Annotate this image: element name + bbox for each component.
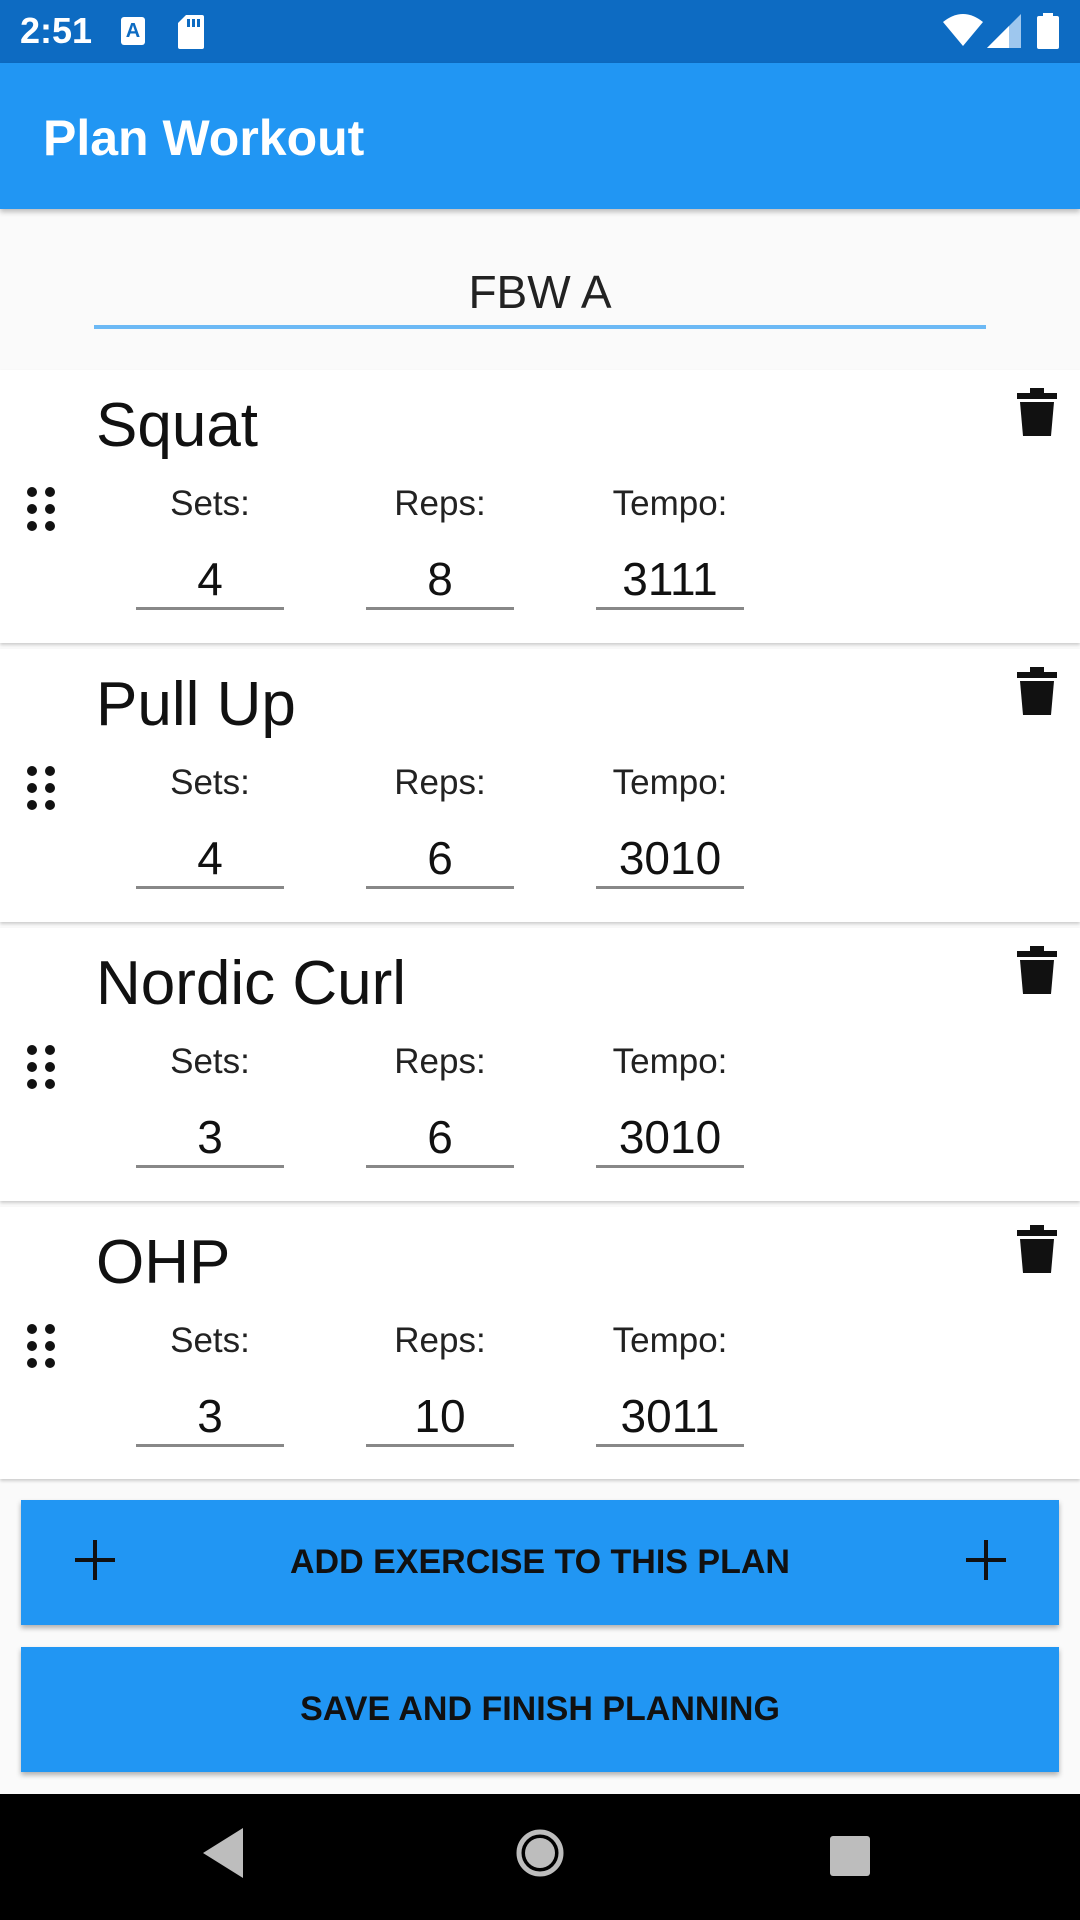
reps-input[interactable]	[366, 829, 514, 889]
save-finish-button[interactable]: SAVE AND FINISH PLANNING	[21, 1647, 1059, 1772]
sets-input[interactable]	[136, 1387, 284, 1447]
battery-icon	[1037, 13, 1059, 49]
back-icon[interactable]	[203, 1828, 243, 1878]
exercise-card: Pull Up Sets: Reps: Tempo:	[0, 649, 1080, 922]
exercise-card: OHP Sets: Reps: Tempo:	[0, 1207, 1080, 1479]
sets-label: Sets:	[170, 1321, 250, 1360]
sets-label: Sets:	[170, 1042, 250, 1081]
tempo-label: Tempo:	[612, 484, 728, 523]
keyboard-notification-icon: A	[121, 17, 145, 45]
trash-icon[interactable]	[1017, 667, 1057, 715]
cell-signal-icon	[987, 14, 1021, 48]
reps-label: Reps:	[394, 763, 486, 802]
drag-handle-icon[interactable]	[26, 486, 58, 532]
reps-input[interactable]	[366, 550, 514, 610]
add-exercise-label: ADD EXERCISE TO THIS PLAN	[290, 1543, 790, 1581]
trash-icon[interactable]	[1017, 388, 1057, 436]
recents-icon[interactable]	[830, 1836, 870, 1876]
plus-icon	[966, 1540, 1006, 1580]
exercise-name: OHP	[96, 1228, 231, 1297]
home-icon[interactable]	[515, 1828, 565, 1878]
trash-icon[interactable]	[1017, 1225, 1057, 1273]
drag-handle-icon[interactable]	[26, 765, 58, 811]
exercise-card: Nordic Curl Sets: Reps: Tempo:	[0, 928, 1080, 1201]
save-finish-label: SAVE AND FINISH PLANNING	[300, 1690, 780, 1728]
sets-input[interactable]	[136, 829, 284, 889]
navigation-bar	[0, 1794, 1080, 1920]
wifi-icon	[943, 14, 983, 46]
exercise-name: Squat	[96, 391, 259, 460]
tempo-label: Tempo:	[612, 1042, 728, 1081]
reps-input[interactable]	[366, 1108, 514, 1168]
reps-label: Reps:	[394, 1042, 486, 1081]
tempo-input[interactable]	[596, 550, 744, 610]
exercise-name: Nordic Curl	[96, 949, 407, 1018]
drag-handle-icon[interactable]	[26, 1323, 58, 1369]
app-bar: Plan Workout	[0, 63, 1080, 209]
tempo-input[interactable]	[596, 829, 744, 889]
sets-label: Sets:	[170, 484, 250, 523]
drag-handle-icon[interactable]	[26, 1044, 58, 1090]
sets-label: Sets:	[170, 763, 250, 802]
reps-label: Reps:	[394, 1321, 486, 1360]
tempo-input[interactable]	[596, 1108, 744, 1168]
reps-input[interactable]	[366, 1387, 514, 1447]
trash-icon[interactable]	[1017, 946, 1057, 994]
sets-input[interactable]	[136, 1108, 284, 1168]
plan-name-input[interactable]	[94, 259, 986, 329]
sd-card-icon	[178, 15, 204, 49]
tempo-label: Tempo:	[612, 1321, 728, 1360]
tempo-input[interactable]	[596, 1387, 744, 1447]
tempo-label: Tempo:	[612, 763, 728, 802]
reps-label: Reps:	[394, 484, 486, 523]
exercise-card: Squat Sets: Reps: Tempo:	[0, 370, 1080, 643]
page-title: Plan Workout	[43, 110, 365, 166]
exercise-name: Pull Up	[96, 670, 296, 739]
status-time: 2:51	[20, 10, 93, 51]
sets-input[interactable]	[136, 550, 284, 610]
add-exercise-button[interactable]: ADD EXERCISE TO THIS PLAN	[21, 1500, 1059, 1625]
status-bar: 2:51 A	[0, 0, 1080, 63]
